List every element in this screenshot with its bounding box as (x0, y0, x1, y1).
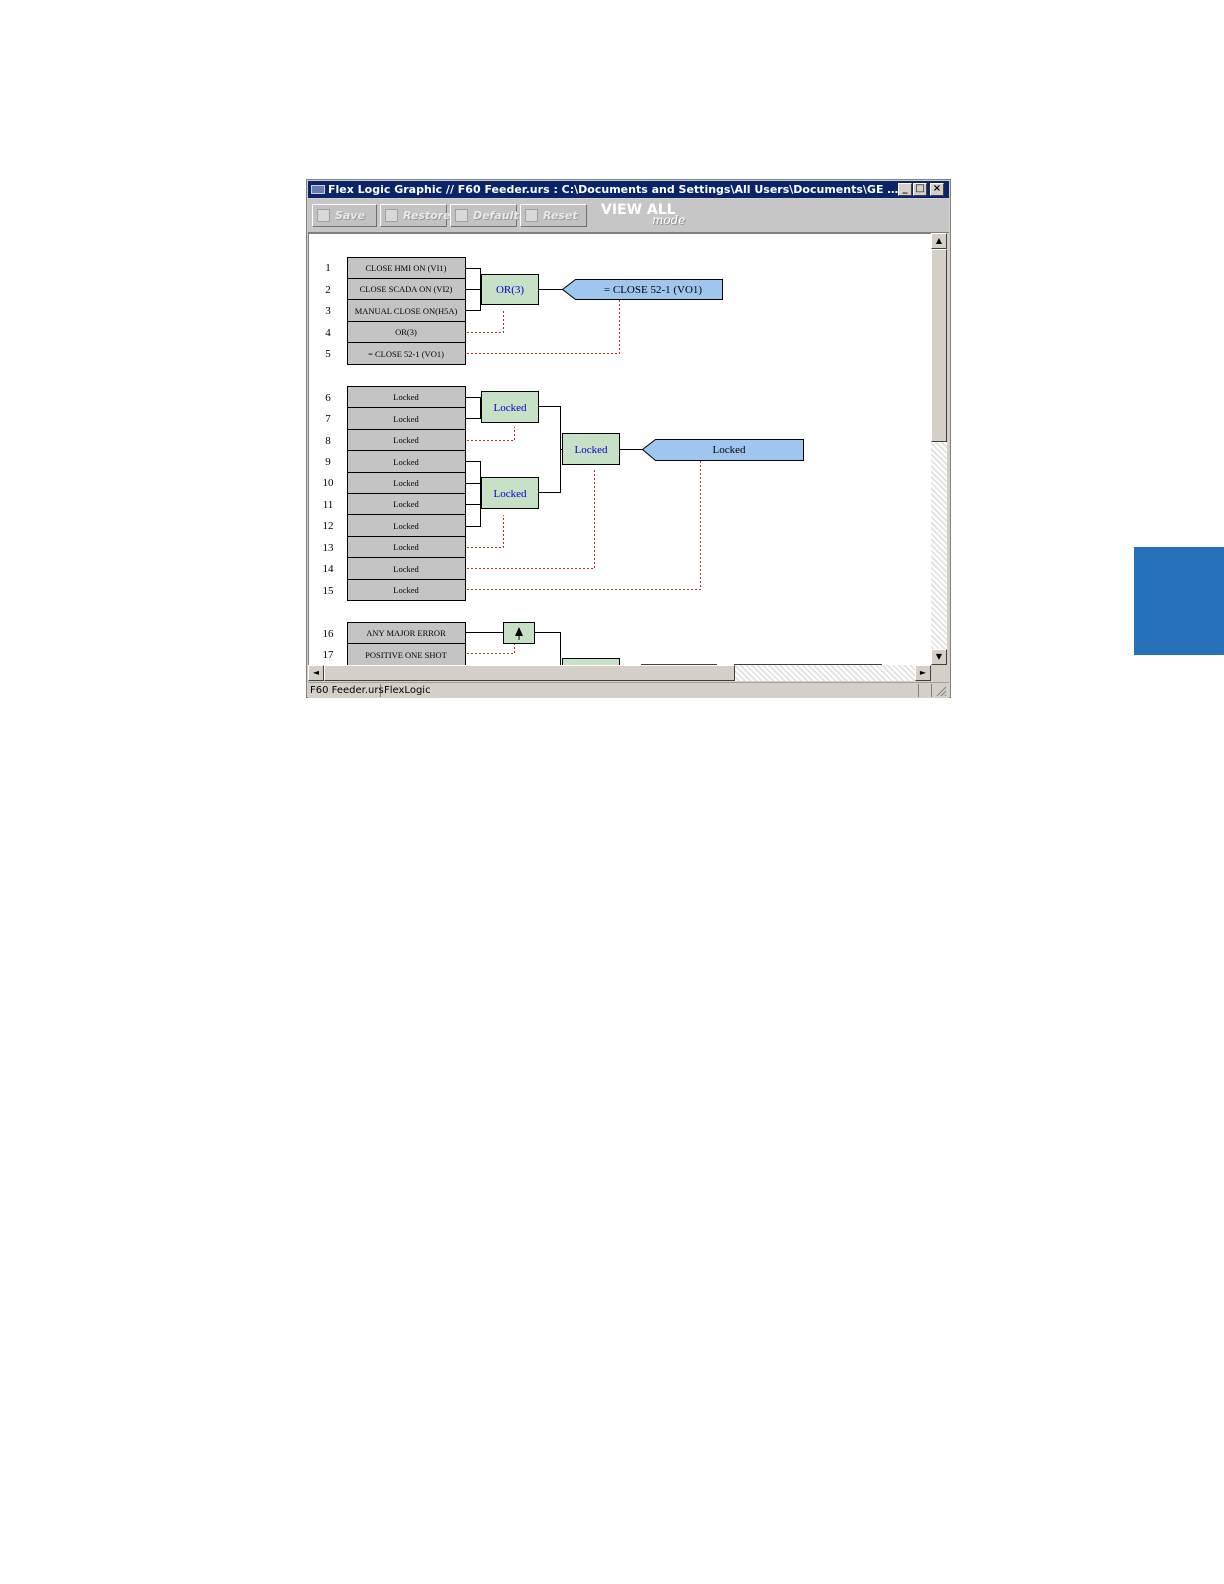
operand-label: Locked (393, 521, 419, 531)
chapter-side-tab (1134, 547, 1224, 655)
row-number: 7 (325, 413, 331, 425)
operand-label: = CLOSE 52-1 (VO1) (368, 349, 444, 359)
row-number: 4 (325, 327, 331, 339)
save-button[interactable]: Save (312, 204, 377, 227)
default-icon (455, 209, 468, 222)
restore-button[interactable]: Restore (380, 204, 451, 227)
restore-icon (385, 209, 398, 222)
scroll-right-button[interactable]: ► (915, 665, 931, 681)
title-bar[interactable]: Flex Logic Graphic // F60 Feeder.urs : C… (308, 181, 949, 198)
row-number: 2 (325, 284, 331, 296)
row-number: 6 (325, 392, 331, 404)
minimize-button[interactable]: _ (898, 183, 912, 196)
scroll-down-button[interactable]: ▼ (931, 649, 947, 665)
operand-label: Locked (393, 499, 419, 509)
operand-label: Locked (393, 414, 419, 424)
vertical-scrollbar[interactable]: ▲ ▼ (931, 233, 947, 665)
operand-label: CLOSE HMI ON (VI1) (366, 263, 447, 273)
row-number: 17 (323, 649, 335, 661)
output-operand-label: Locked (713, 444, 746, 456)
status-panel-empty (920, 684, 932, 697)
operand-label: Locked (393, 542, 419, 552)
restore-label: Restore (403, 209, 451, 222)
row-number: 11 (323, 499, 334, 511)
maximize-icon: □ (915, 183, 925, 194)
operand-label: CLOSE SCADA ON (VI2) (360, 284, 453, 294)
operand-label: Locked (393, 392, 419, 402)
reset-icon (525, 209, 538, 222)
one-shot-output-wire (534, 632, 561, 665)
row-number: 3 (325, 305, 331, 317)
row-number: 13 (323, 542, 335, 554)
status-section: FlexLogic (382, 684, 919, 697)
flexlogic-app-icon (311, 185, 325, 194)
operand-label: Locked (393, 457, 419, 467)
or-gate-label: OR(3) (496, 284, 524, 296)
right-arrow-icon: ► (919, 668, 927, 677)
locked-gate-label: Locked (575, 444, 608, 456)
close-icon: × (932, 183, 942, 194)
operand-label: Locked (393, 435, 419, 445)
horizontal-scroll-thumb[interactable] (324, 665, 735, 681)
save-icon (317, 209, 330, 222)
row-number: 16 (323, 628, 335, 640)
default-label: Default (473, 209, 519, 222)
row-number: 9 (325, 456, 331, 468)
operand-label: MANUAL CLOSE ON(H5A) (355, 306, 458, 316)
locked-gate-label: Locked (494, 488, 527, 500)
row-number: 15 (323, 585, 335, 597)
scrollbar-corner (931, 665, 947, 681)
reset-button[interactable]: Reset (520, 204, 587, 227)
row-number: 14 (323, 563, 335, 575)
row-number: 1 (325, 262, 331, 274)
close-button[interactable]: × (930, 183, 944, 196)
feedback-line (467, 644, 515, 654)
row-number: 10 (323, 477, 335, 489)
default-button[interactable]: Default (450, 204, 519, 227)
output-operand-label: = CLOSE 52-1 (VO1) (604, 284, 703, 296)
operand-label: Locked (393, 585, 419, 595)
view-mode-label: mode (652, 213, 686, 227)
toolbar: Save Restore Default Reset VIEW ALL mode (308, 199, 949, 233)
gate-input-bracket (465, 268, 482, 311)
flexlogic-diagram: 1 2 3 4 5 6 7 8 9 10 11 12 13 14 15 16 1… (323, 257, 882, 665)
status-file: F60 Feeder.urs (310, 684, 384, 697)
feedback-line (467, 310, 504, 333)
vertical-scroll-thumb[interactable] (931, 249, 947, 442)
gate-input-bracket (465, 461, 482, 527)
left-arrow-icon: ◄ (312, 668, 320, 677)
gate-input-bracket (538, 406, 563, 493)
operand-label: Locked (393, 564, 419, 574)
feedback-line (467, 300, 620, 354)
flexlogic-graphic-window: Flex Logic Graphic // F60 Feeder.urs : C… (306, 179, 951, 698)
gate-input-bracket (465, 397, 482, 419)
maximize-button[interactable]: □ (913, 183, 927, 196)
scroll-up-button[interactable]: ▲ (931, 233, 947, 249)
operand-label: POSITIVE ONE SHOT (365, 650, 448, 660)
save-label: Save (335, 209, 365, 222)
up-arrow-icon: ▲ (935, 236, 943, 245)
down-arrow-icon: ▼ (935, 652, 943, 661)
locked-gate-label: Locked (494, 402, 527, 414)
resize-grip-icon[interactable] (935, 685, 947, 697)
reset-label: Reset (543, 209, 578, 222)
row-number: 5 (325, 348, 331, 360)
scroll-left-button[interactable]: ◄ (308, 665, 324, 681)
status-bar: F60 Feeder.urs FlexLogic (308, 682, 949, 698)
feedback-line (467, 427, 515, 441)
operand-label: ANY MAJOR ERROR (366, 628, 446, 638)
flexlogic-diagram-canvas[interactable]: 1 2 3 4 5 6 7 8 9 10 11 12 13 14 15 16 1… (308, 233, 931, 665)
operand-label: Locked (393, 478, 419, 488)
feedback-line (467, 515, 504, 548)
row-number: 12 (323, 520, 334, 532)
window-title: Flex Logic Graphic // F60 Feeder.urs : C… (328, 183, 903, 196)
operand-label: OR(3) (395, 327, 417, 337)
minimize-icon: _ (902, 183, 908, 194)
horizontal-scrollbar[interactable]: ◄ ► (308, 665, 931, 681)
row-number: 8 (325, 435, 331, 447)
